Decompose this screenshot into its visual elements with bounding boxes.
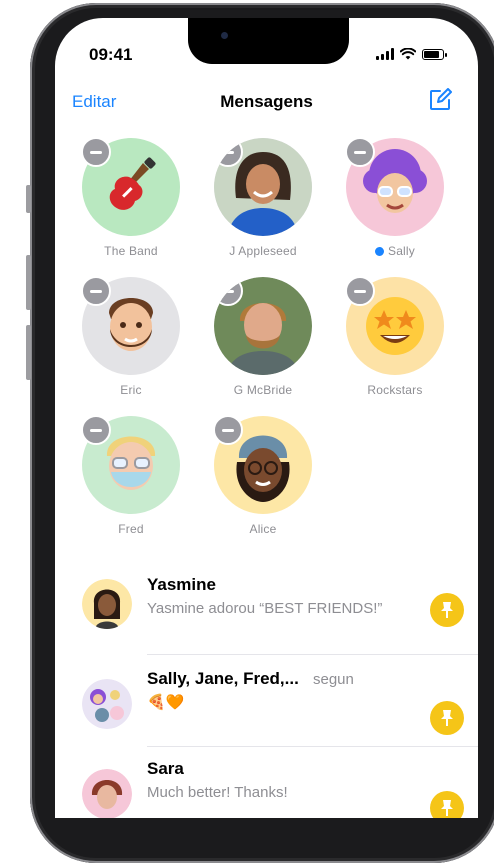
pinned-name: Alice — [249, 522, 277, 536]
message-preview: 🍕🧡 — [147, 694, 185, 711]
message-preview: Yasmine adorou “BEST FRIENDS!” — [147, 600, 383, 617]
person-photo-icon — [214, 277, 312, 375]
conversation-row[interactable]: Sara Much better! Thanks! — [55, 747, 478, 818]
volume-down-button — [26, 325, 31, 380]
pinned-contact[interactable]: Alice — [213, 415, 313, 536]
memoji-beanie-icon — [213, 415, 312, 514]
remove-pin-button[interactable] — [345, 137, 375, 167]
screen: 09:41 Editar Mensagens The Band J Apples… — [55, 18, 478, 818]
pinned-name: Fred — [118, 522, 144, 536]
pin-icon — [441, 710, 453, 726]
memoji-mask-icon — [81, 415, 180, 514]
pinned-contact[interactable]: Rockstars — [345, 276, 445, 397]
remove-pin-button[interactable] — [81, 415, 111, 445]
compose-icon[interactable] — [428, 88, 452, 112]
pin-button[interactable] — [430, 791, 464, 818]
battery-icon — [422, 48, 447, 60]
pinned-contact[interactable]: J Appleseed — [213, 138, 313, 258]
pinned-name: Rockstars — [367, 383, 423, 397]
remove-pin-button[interactable] — [81, 137, 111, 167]
conversation-row[interactable]: Sally, Jane, Fred,... segun 🍕🧡 — [55, 655, 478, 747]
pinned-contact[interactable]: Fred — [81, 415, 181, 536]
avatar — [82, 579, 132, 629]
star-eyes-emoji-icon — [345, 276, 444, 375]
group-avatar — [82, 679, 132, 729]
pinned-contact[interactable]: Sally — [345, 137, 445, 258]
conversation-row[interactable]: Yasmine Yasmine adorou “BEST FRIENDS!” — [55, 563, 478, 655]
pin-icon — [441, 800, 453, 816]
unread-dot — [374, 247, 384, 256]
pinned-name: J Appleseed — [229, 244, 297, 258]
pinned-contact[interactable]: Eric — [81, 276, 181, 397]
memoji-purple-hair-icon — [345, 137, 444, 236]
side-button — [26, 185, 31, 213]
contact-name: Yasmine — [147, 575, 216, 594]
remove-pin-button[interactable] — [81, 276, 111, 306]
pinned-name: The Band — [104, 244, 158, 258]
camera-icon — [221, 32, 228, 39]
remove-pin-button[interactable] — [213, 415, 243, 445]
notch — [188, 18, 349, 64]
status-icons — [376, 48, 447, 60]
pinned-contact[interactable]: The Band — [81, 137, 181, 258]
pinned-name: G McBride — [233, 383, 293, 397]
page-title: Mensagens — [220, 92, 313, 111]
pinned-name: Eric — [120, 383, 142, 397]
guitar-icon — [81, 137, 180, 236]
remove-pin-button[interactable] — [345, 276, 375, 306]
contact-name: Sara — [147, 759, 184, 778]
pin-button[interactable] — [430, 701, 464, 735]
status-time: 09:41 — [89, 45, 133, 64]
signal-icon — [376, 48, 394, 60]
avatar — [82, 769, 132, 818]
person-photo-icon — [214, 138, 312, 236]
wifi-icon — [400, 48, 416, 60]
message-preview: Much better! Thanks! — [147, 784, 288, 801]
volume-up-button — [26, 255, 31, 310]
timestamp: segun — [313, 671, 354, 688]
pin-button[interactable] — [430, 593, 464, 627]
pin-icon — [441, 602, 453, 618]
contact-name: Sally, Jane, Fred,... — [147, 669, 299, 688]
pinned-contact[interactable]: G McBride — [213, 277, 313, 397]
memoji-bearded-icon — [81, 276, 180, 375]
pinned-name: Sally — [387, 244, 415, 258]
